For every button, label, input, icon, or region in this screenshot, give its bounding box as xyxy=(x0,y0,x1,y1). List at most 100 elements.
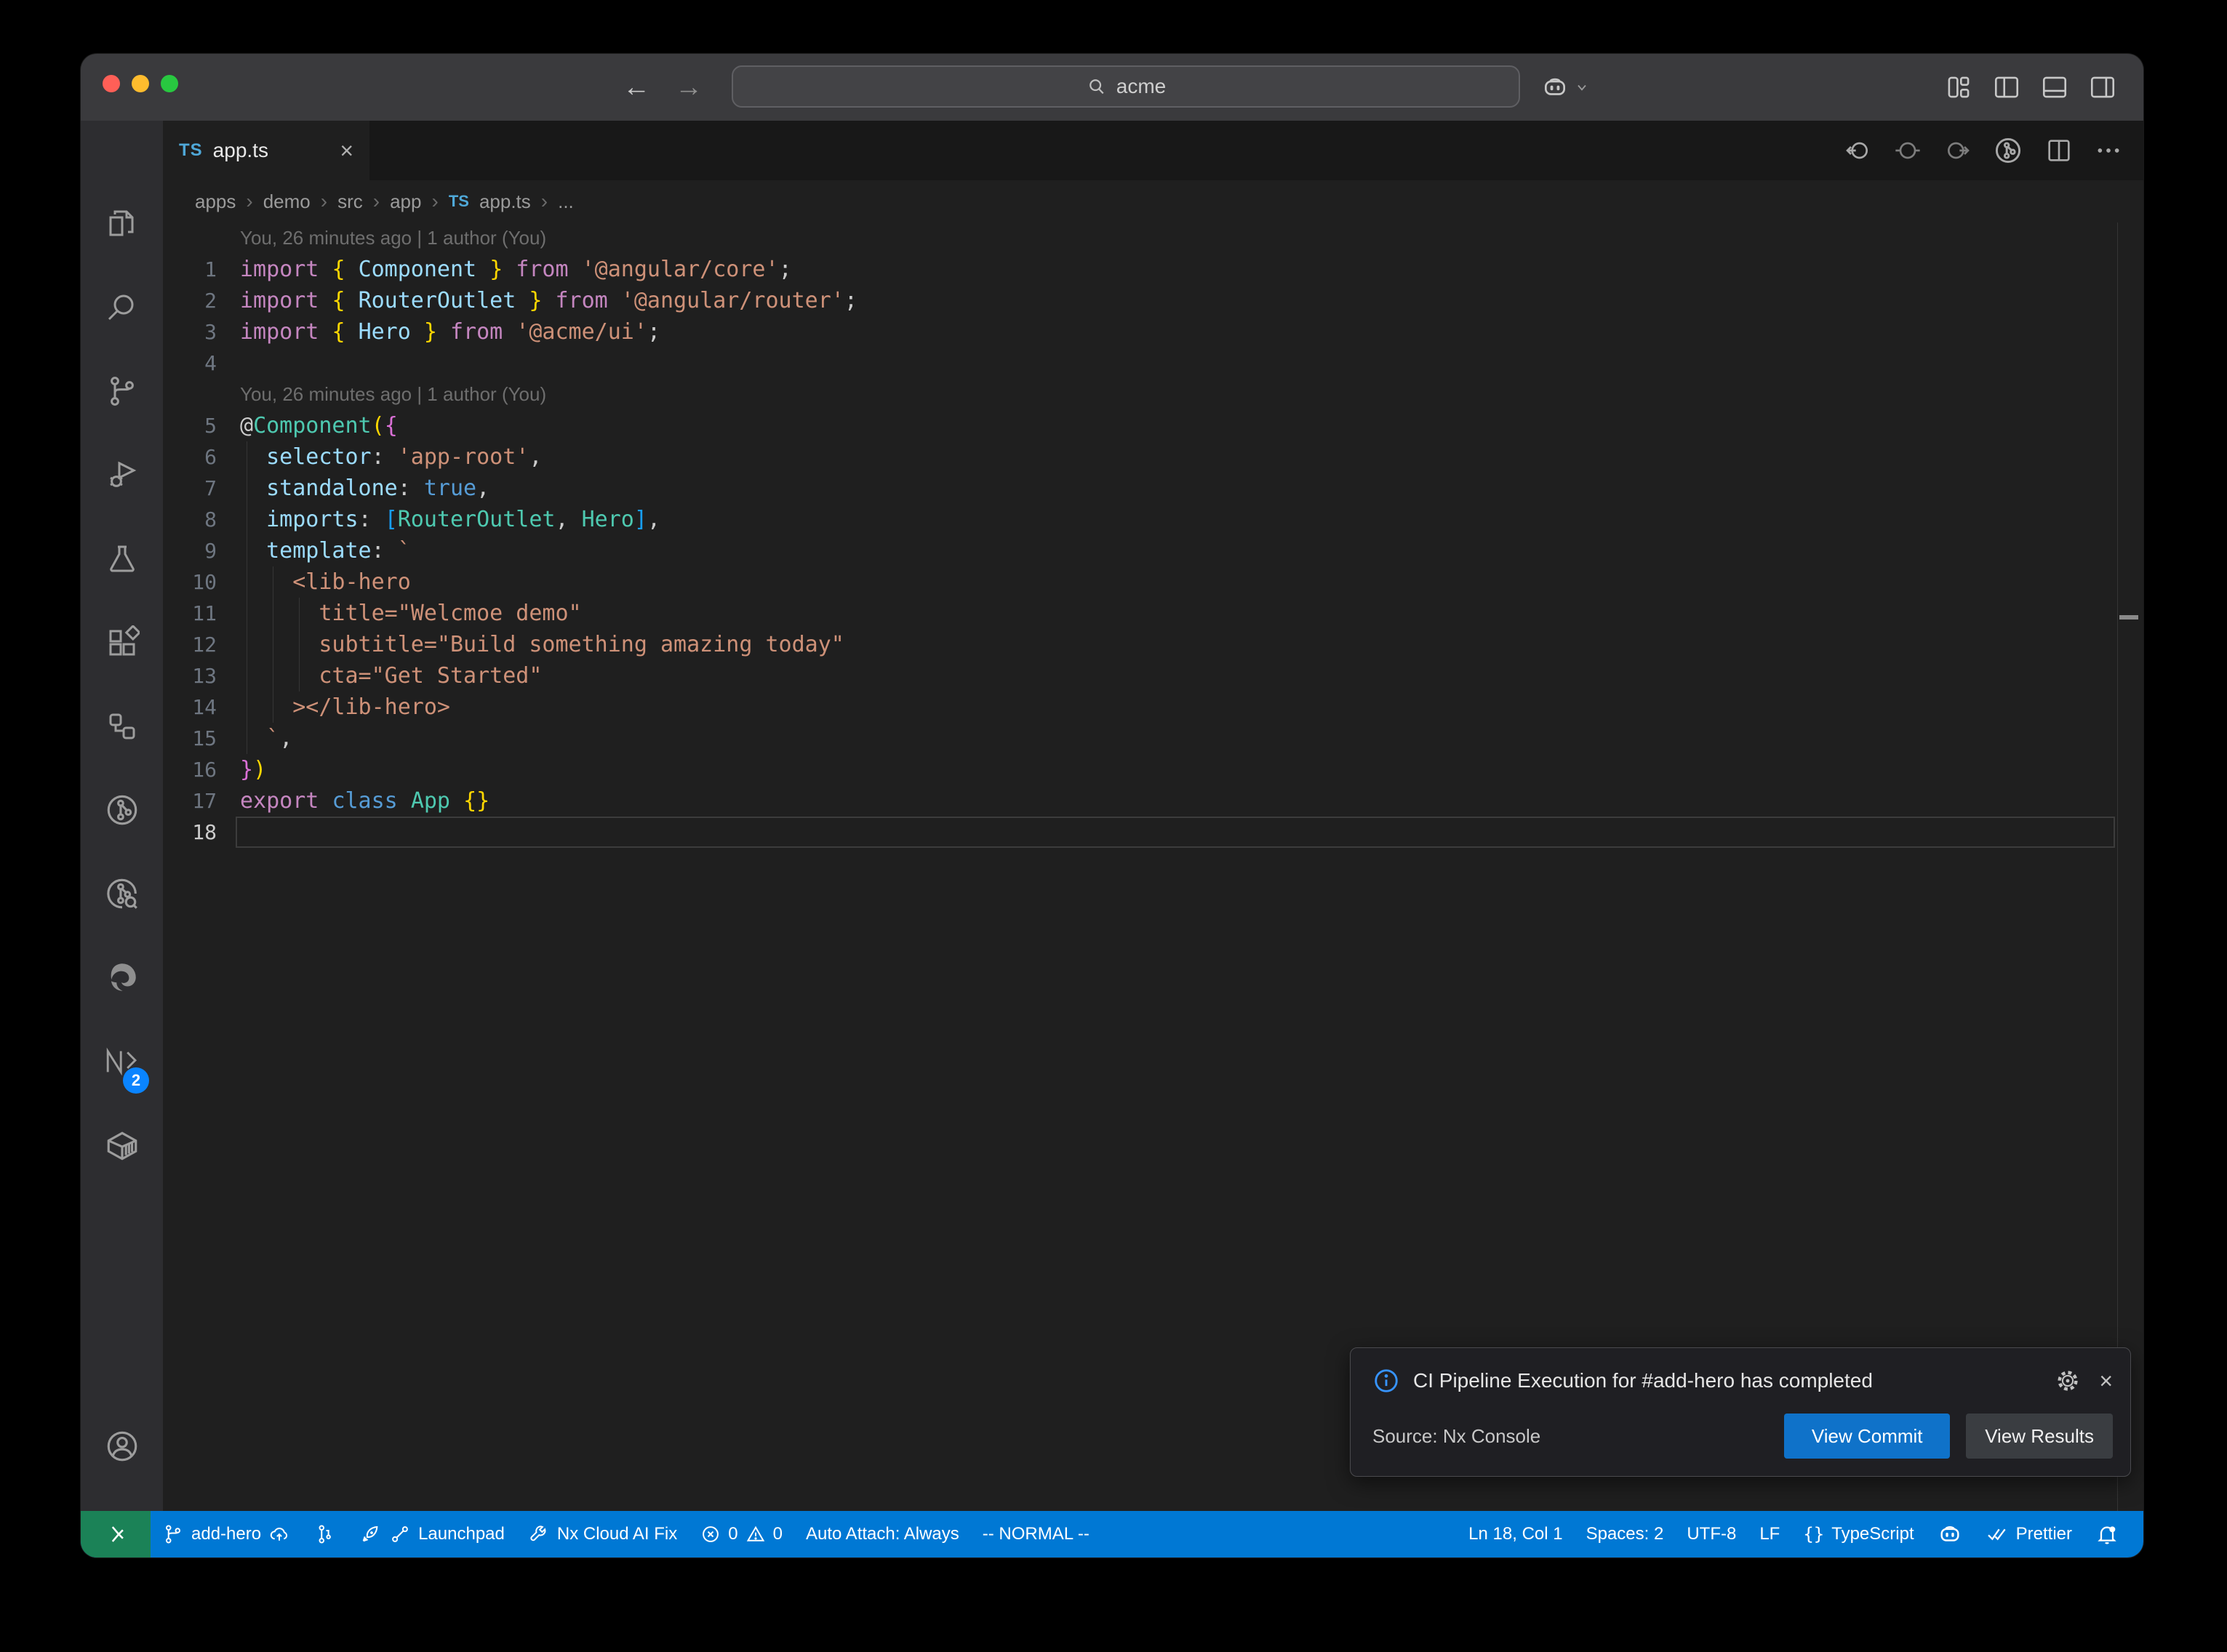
more-actions-icon[interactable] xyxy=(2094,136,2123,165)
notification-close-icon[interactable]: × xyxy=(2099,1368,2113,1395)
line-number[interactable]: 7 xyxy=(163,473,217,504)
sidebar-item-pipeline-search[interactable] xyxy=(81,859,163,929)
nx-cloud-ai-fix-status[interactable]: Nx Cloud AI Fix xyxy=(516,1511,689,1557)
pipeline-run-icon[interactable] xyxy=(1992,135,2024,167)
code-line[interactable]: standalone: true, xyxy=(240,473,489,504)
sidebar-item-run-debug[interactable] xyxy=(81,440,163,510)
notification-settings-icon[interactable] xyxy=(2055,1368,2080,1393)
language-mode-status[interactable]: {} TypeScript xyxy=(1791,1511,1925,1557)
sidebar-item-source-control[interactable] xyxy=(81,356,163,426)
line-number[interactable]: 10 xyxy=(163,566,217,598)
auto-attach-status[interactable]: Auto Attach: Always xyxy=(794,1511,971,1557)
line-number[interactable]: 17 xyxy=(163,785,217,817)
pipeline-icon xyxy=(104,792,140,828)
code-line[interactable]: export class App {} xyxy=(240,785,489,817)
toggle-secondary-sidebar-icon[interactable] xyxy=(2088,74,2117,100)
breadcrumb-item[interactable]: apps xyxy=(195,191,236,213)
code-line[interactable]: ></lib-hero> xyxy=(240,691,450,723)
navigate-forward-icon[interactable]: → xyxy=(675,72,703,103)
code-line[interactable]: import { Component } from '@angular/core… xyxy=(240,254,792,285)
toggle-panel-icon[interactable] xyxy=(2040,74,2069,100)
launchpad-graph-icon xyxy=(389,1523,411,1545)
sidebar-item-testing[interactable] xyxy=(81,524,163,593)
sidebar-item-explorer[interactable] xyxy=(81,188,163,258)
code-line[interactable]: imports: [RouterOutlet, Hero], xyxy=(240,504,660,535)
overview-ruler[interactable] xyxy=(2117,222,2118,1511)
line-number[interactable]: 11 xyxy=(163,598,217,629)
view-results-button[interactable]: View Results xyxy=(1966,1414,2113,1459)
code-editor[interactable]: You, 26 minutes ago | 1 author (You)1imp… xyxy=(163,222,2143,1511)
line-number[interactable]: 15 xyxy=(163,723,217,754)
formatter-status[interactable]: Prettier xyxy=(1974,1511,2084,1557)
cursor-position-status[interactable]: Ln 18, Col 1 xyxy=(1457,1511,1574,1557)
window-controls xyxy=(103,75,178,92)
split-editor-icon[interactable] xyxy=(2044,136,2074,165)
eol-status[interactable]: LF xyxy=(1748,1511,1791,1557)
remote-indicator[interactable] xyxy=(81,1511,151,1557)
line-number[interactable]: 18 xyxy=(163,817,217,848)
navigate-back-icon[interactable]: ← xyxy=(623,72,650,103)
launchpad-status[interactable]: Launchpad xyxy=(347,1511,516,1557)
minimize-window-button[interactable] xyxy=(132,75,149,92)
code-line[interactable]: title="Welcmoe demo" xyxy=(240,598,582,629)
sidebar-item-hierarchy[interactable] xyxy=(81,691,163,761)
sidebar-item-containers[interactable] xyxy=(81,1110,163,1180)
copilot-status[interactable] xyxy=(1926,1511,1974,1557)
problems-status[interactable]: 0 0 xyxy=(689,1511,794,1557)
indentation-status[interactable]: Spaces: 2 xyxy=(1575,1511,1676,1557)
command-center-search[interactable]: acme xyxy=(732,65,1520,108)
navigate-forward-circle-icon[interactable] xyxy=(1943,136,1972,165)
sidebar-item-nx-console[interactable]: 2 xyxy=(81,1027,163,1096)
code-line[interactable]: selector: 'app-root', xyxy=(240,441,542,473)
line-number[interactable]: 4 xyxy=(163,348,217,379)
line-number[interactable]: 13 xyxy=(163,660,217,691)
breadcrumb-item[interactable]: src xyxy=(337,191,363,213)
line-number[interactable]: 2 xyxy=(163,285,217,316)
code-line[interactable]: @Component({ xyxy=(240,410,398,441)
encoding-status[interactable]: UTF-8 xyxy=(1675,1511,1748,1557)
sidebar-item-pipeline[interactable] xyxy=(81,775,163,845)
notification-source: Source: Nx Console xyxy=(1372,1425,1784,1448)
breadcrumb-tail[interactable]: ... xyxy=(558,191,574,213)
breadcrumb-file[interactable]: app.ts xyxy=(479,191,531,213)
copilot-menu[interactable] xyxy=(1541,54,1589,121)
code-line[interactable]: cta="Get Started" xyxy=(240,660,542,691)
code-line[interactable]: `, xyxy=(240,723,292,754)
line-number[interactable]: 3 xyxy=(163,316,217,348)
breadcrumb-item[interactable]: app xyxy=(390,191,421,213)
customize-layout-icon[interactable] xyxy=(1944,74,1973,100)
code-line[interactable]: }) xyxy=(240,754,266,785)
breadcrumb-item[interactable]: demo xyxy=(263,191,311,213)
view-commit-button[interactable]: View Commit xyxy=(1784,1414,1950,1459)
line-number[interactable]: 5 xyxy=(163,410,217,441)
code-line[interactable]: import { RouterOutlet } from '@angular/r… xyxy=(240,285,857,316)
git-branch-status[interactable]: add-hero xyxy=(151,1511,302,1557)
overview-ruler-marker xyxy=(2119,615,2138,620)
sidebar-item-search[interactable] xyxy=(81,273,163,342)
line-number[interactable]: 1 xyxy=(163,254,217,285)
tab-app-ts[interactable]: TS app.ts × xyxy=(163,121,369,180)
code-line[interactable]: <lib-hero xyxy=(240,566,411,598)
sidebar-item-edge-tools[interactable] xyxy=(81,942,163,1012)
notifications-status[interactable] xyxy=(2084,1511,2130,1557)
zoom-window-button[interactable] xyxy=(161,75,178,92)
close-window-button[interactable] xyxy=(103,75,120,92)
navigate-position-icon[interactable] xyxy=(1893,136,1922,165)
line-number[interactable]: 6 xyxy=(163,441,217,473)
code-line[interactable]: subtitle="Build something amazing today" xyxy=(240,629,844,660)
accounts-button[interactable] xyxy=(81,1411,163,1481)
code-line[interactable]: template: ` xyxy=(240,535,411,566)
line-number[interactable]: 8 xyxy=(163,504,217,535)
line-number[interactable]: 12 xyxy=(163,629,217,660)
vim-mode-status[interactable]: -- NORMAL -- xyxy=(971,1511,1101,1557)
navigate-back-circle-icon[interactable] xyxy=(1844,136,1873,165)
source-control-graph-status[interactable] xyxy=(302,1511,347,1557)
cloud-upload-icon xyxy=(268,1523,290,1545)
line-number[interactable]: 16 xyxy=(163,754,217,785)
sidebar-item-extensions[interactable] xyxy=(81,608,163,678)
toggle-primary-sidebar-icon[interactable] xyxy=(1992,74,2021,100)
tab-close-icon[interactable]: × xyxy=(340,137,353,164)
line-number[interactable]: 14 xyxy=(163,691,217,723)
line-number[interactable]: 9 xyxy=(163,535,217,566)
code-line[interactable]: import { Hero } from '@acme/ui'; xyxy=(240,316,660,348)
